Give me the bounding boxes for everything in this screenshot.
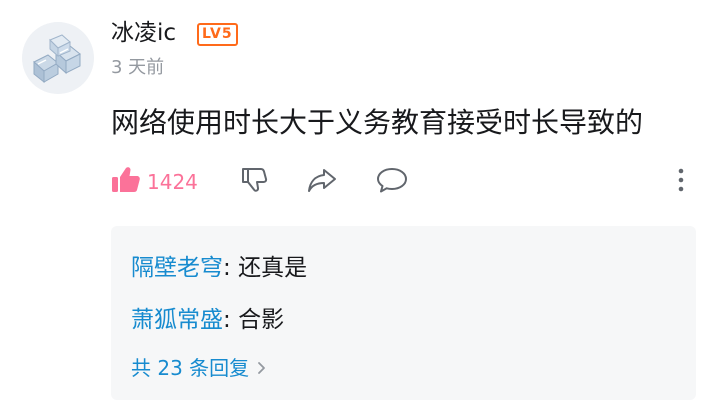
- user-avatar[interactable]: [22, 22, 94, 94]
- comment-timestamp: 3 天前: [111, 57, 165, 78]
- thumbs-up-icon: [111, 166, 141, 198]
- share-arrow-icon: [307, 167, 337, 197]
- reply-item[interactable]: 萧狐常盛: 合影: [131, 304, 284, 336]
- view-replies-label: 共 23 条回复: [131, 356, 250, 380]
- share-button[interactable]: [305, 166, 339, 198]
- chevron-right-icon: [257, 361, 266, 375]
- comment-text: 网络使用时长大于义务教育接受时长导致的: [111, 106, 644, 139]
- level-badge: LV5: [197, 23, 238, 46]
- like-button[interactable]: 1424: [111, 164, 198, 200]
- dislike-button[interactable]: [237, 166, 271, 198]
- reply-text: 合影: [238, 307, 285, 333]
- view-all-replies-link[interactable]: 共 23 条回复: [131, 354, 266, 382]
- reply-author[interactable]: 隔壁老穹: [131, 255, 223, 281]
- vertical-dots-icon: [678, 168, 684, 196]
- comment-actions: 1424: [111, 164, 701, 200]
- ice-cubes-avatar-image: [22, 22, 94, 94]
- reply-item[interactable]: 隔壁老穹: 还真是: [131, 252, 307, 284]
- reply-button[interactable]: [375, 166, 409, 198]
- reply-author[interactable]: 萧狐常盛: [131, 307, 223, 333]
- replies-preview: 隔壁老穹: 还真是 萧狐常盛: 合影 共 23 条回复: [111, 226, 696, 400]
- comment-card: 冰凌ic LV5 3 天前 网络使用时长大于义务教育接受时长导致的 1424 隔…: [0, 0, 720, 400]
- username[interactable]: 冰凌ic: [111, 18, 176, 48]
- speech-bubble-icon: [376, 166, 408, 198]
- like-count: 1424: [147, 170, 198, 194]
- more-options-button[interactable]: [669, 166, 693, 198]
- reply-text: 还真是: [238, 255, 308, 281]
- thumbs-down-icon: [240, 166, 268, 198]
- reply-separator: :: [223, 307, 239, 333]
- reply-separator: :: [223, 255, 239, 281]
